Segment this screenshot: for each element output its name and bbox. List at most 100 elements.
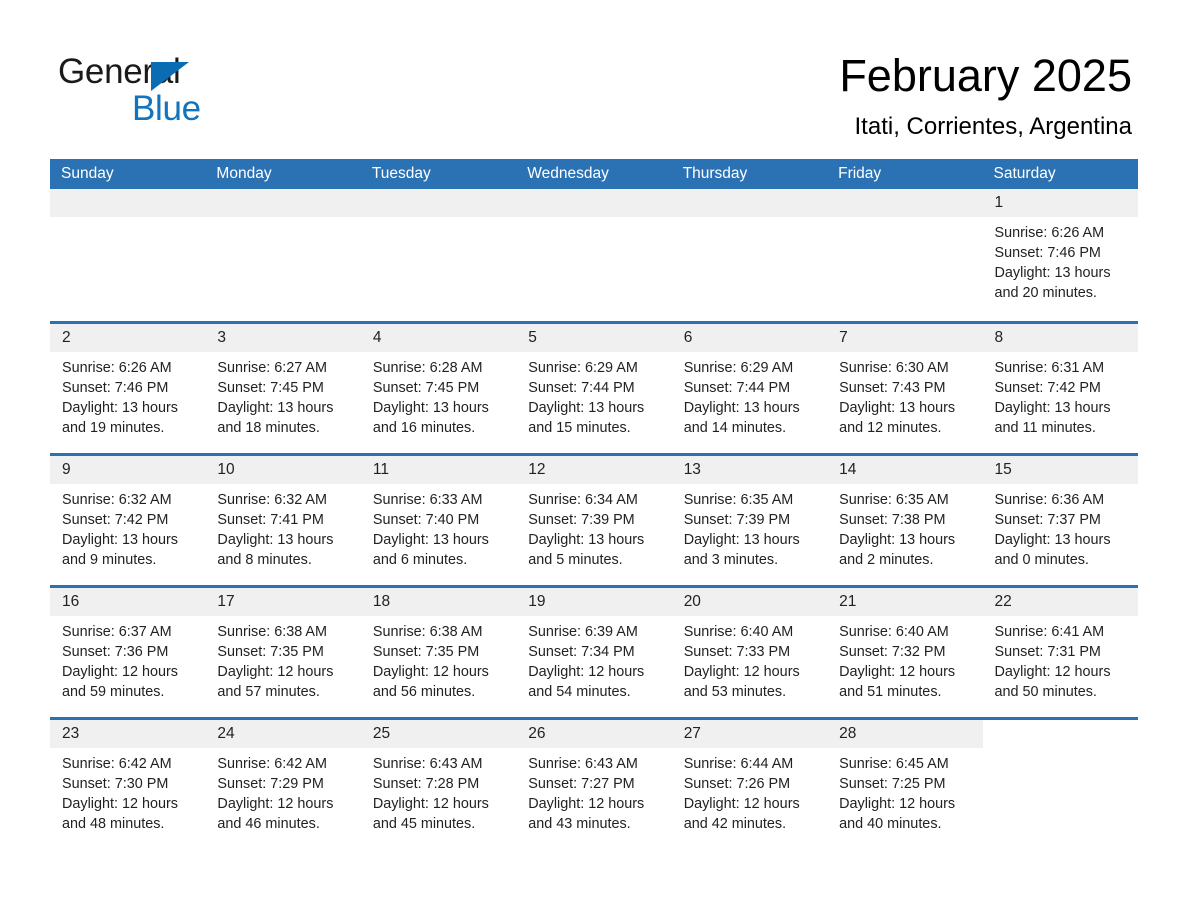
- daylight-text: Daylight: 12 hours and 54 minutes.: [528, 664, 645, 701]
- day-cell[interactable]: 9 Sunrise: 6:32 AM Sunset: 7:42 PM Daylight…: [50, 456, 206, 585]
- sunrise-text: Sunrise: 6:38 AM: [372, 624, 483, 640]
- daylight-text: Daylight: 12 hours and 50 minutes.: [994, 664, 1111, 701]
- day-number: 22: [982, 588, 1138, 616]
- sunset-text: Sunset: 7:34 PM: [528, 644, 635, 661]
- day-number: 19: [516, 588, 672, 616]
- day-number: 2: [50, 324, 206, 352]
- sunrise-text: Sunrise: 6:43 AM: [528, 756, 638, 772]
- day-cell[interactable]: 2 Sunrise: 6:26 AM Sunset: 7:46 PM Daylight…: [50, 324, 206, 453]
- day-cell[interactable]: 20 Sunrise: 6:40 AM Sunset: 7:33 PM Dayligh…: [671, 588, 828, 717]
- location-subtitle: Itati, Corrientes, Argentina: [854, 113, 1132, 140]
- sunrise-text: Sunrise: 6:42 AM: [62, 756, 172, 772]
- calendar-grid: Sunday Monday Tuesday Wednesday Thursday…: [50, 159, 1138, 849]
- daylight-text: Daylight: 13 hours and 18 minutes.: [217, 400, 334, 437]
- day-cell[interactable]: 16 Sunrise: 6:37 AM Sunset: 7:36 PM Dayligh…: [50, 588, 206, 717]
- sunrise-text: Sunrise: 6:26 AM: [994, 225, 1105, 241]
- day-details: Sunrise: 6:32 AM Sunset: 7:41 PM Daylight:…: [205, 484, 360, 570]
- weekday-header-tuesday: Tuesday: [371, 165, 431, 182]
- calendar-page: General Blue February 2025 Itati, Corrie…: [0, 0, 1188, 918]
- day-cell[interactable]: 19 Sunrise: 6:39 AM Sunset: 7:34 PM Dayligh…: [516, 588, 672, 717]
- day-cell[interactable]: 28 Sunrise: 6:45 AM Sunset: 7:25 PM Dayligh…: [827, 720, 983, 849]
- sunrise-text: Sunrise: 6:43 AM: [372, 756, 483, 772]
- daylight-text: Daylight: 13 hours and 0 minutes.: [994, 532, 1111, 569]
- day-cell[interactable]: 4 Sunrise: 6:28 AM Sunset: 7:45 PM Daylight…: [360, 324, 517, 453]
- day-details: Sunrise: 6:42 AM Sunset: 7:29 PM Daylight:…: [205, 748, 360, 834]
- calendar-week-row: 9 Sunrise: 6:32 AM Sunset: 7:42 PM Daylight…: [50, 453, 1138, 585]
- sunset-text: Sunset: 7:35 PM: [372, 644, 480, 661]
- daylight-text: Daylight: 12 hours and 43 minutes.: [528, 796, 645, 833]
- sunset-text: Sunset: 7:26 PM: [683, 776, 791, 793]
- sunset-text: Sunset: 7:37 PM: [994, 512, 1101, 529]
- day-number: 16: [50, 588, 206, 616]
- day-details: Sunrise: 6:35 AM Sunset: 7:39 PM Daylight:…: [672, 484, 827, 570]
- day-cell[interactable]: 6 Sunrise: 6:29 AM Sunset: 7:44 PM Daylight…: [671, 324, 828, 453]
- weekday-header-sunday: Sunday: [61, 165, 114, 182]
- day-details: Sunrise: 6:37 AM Sunset: 7:36 PM Daylight:…: [50, 616, 205, 702]
- day-cell[interactable]: 14 Sunrise: 6:35 AM Sunset: 7:38 PM Dayligh…: [827, 456, 983, 585]
- day-cell[interactable]: 10 Sunrise: 6:32 AM Sunset: 7:41 PM Dayligh…: [205, 456, 361, 585]
- day-number: 10: [205, 456, 361, 484]
- weekday-header-row: Sunday Monday Tuesday Wednesday Thursday…: [50, 159, 1138, 189]
- sunset-text: Sunset: 7:30 PM: [62, 776, 169, 793]
- sunrise-text: Sunrise: 6:28 AM: [372, 360, 483, 376]
- weekday-header-thursday: Thursday: [682, 165, 748, 182]
- daylight-text: Daylight: 12 hours and 45 minutes.: [372, 796, 489, 833]
- day-cell[interactable]: 22 Sunrise: 6:41 AM Sunset: 7:31 PM Dayligh…: [982, 588, 1138, 717]
- daylight-text: Daylight: 13 hours and 16 minutes.: [372, 400, 489, 437]
- day-details: Sunrise: 6:33 AM Sunset: 7:40 PM Daylight:…: [361, 484, 516, 570]
- daylight-text: Daylight: 13 hours and 9 minutes.: [62, 532, 178, 569]
- sunrise-text: Sunrise: 6:30 AM: [839, 360, 949, 376]
- day-number: 17: [205, 588, 361, 616]
- day-cell[interactable]: 12 Sunrise: 6:34 AM Sunset: 7:39 PM Dayligh…: [516, 456, 672, 585]
- day-details: Sunrise: 6:30 AM Sunset: 7:43 PM Daylight:…: [827, 352, 982, 438]
- page-title: February 2025: [839, 50, 1132, 101]
- daylight-text: Daylight: 12 hours and 40 minutes.: [839, 796, 956, 833]
- day-cell[interactable]: 15 Sunrise: 6:36 AM Sunset: 7:37 PM Dayligh…: [982, 456, 1138, 585]
- day-number: [50, 189, 206, 217]
- daylight-text: Daylight: 12 hours and 56 minutes.: [372, 664, 489, 701]
- day-number: 11: [360, 456, 517, 484]
- day-details: Sunrise: 6:28 AM Sunset: 7:45 PM Daylight:…: [361, 352, 516, 438]
- sunrise-text: Sunrise: 6:36 AM: [994, 492, 1105, 508]
- day-cell[interactable]: 11 Sunrise: 6:33 AM Sunset: 7:40 PM Dayligh…: [360, 456, 517, 585]
- day-cell[interactable]: 7 Sunrise: 6:30 AM Sunset: 7:43 PM Daylight…: [827, 324, 983, 453]
- sunrise-text: Sunrise: 6:34 AM: [528, 492, 638, 508]
- day-cell[interactable]: 5 Sunrise: 6:29 AM Sunset: 7:44 PM Daylight…: [516, 324, 672, 453]
- day-number: 15: [982, 456, 1138, 484]
- day-number: 27: [671, 720, 828, 748]
- sunrise-text: Sunrise: 6:35 AM: [839, 492, 949, 508]
- day-number: 1: [982, 189, 1138, 217]
- day-cell[interactable]: 24 Sunrise: 6:42 AM Sunset: 7:29 PM Dayligh…: [205, 720, 361, 849]
- day-details: Sunrise: 6:41 AM Sunset: 7:31 PM Daylight:…: [983, 616, 1138, 702]
- day-cell[interactable]: 26 Sunrise: 6:43 AM Sunset: 7:27 PM Dayligh…: [516, 720, 672, 849]
- sunset-text: Sunset: 7:44 PM: [528, 380, 635, 397]
- day-cell[interactable]: 8 Sunrise: 6:31 AM Sunset: 7:42 PM Daylight…: [982, 324, 1138, 453]
- day-details: Sunrise: 6:40 AM Sunset: 7:32 PM Daylight:…: [827, 616, 982, 702]
- sunset-text: Sunset: 7:32 PM: [839, 644, 946, 661]
- day-number: [516, 189, 672, 217]
- daylight-text: Daylight: 13 hours and 19 minutes.: [62, 400, 178, 437]
- day-number: 9: [50, 456, 206, 484]
- day-cell[interactable]: 18 Sunrise: 6:38 AM Sunset: 7:35 PM Dayligh…: [360, 588, 517, 717]
- day-cell[interactable]: 1 Sunrise: 6:26 AM Sunset: 7:46 PM Daylight…: [982, 189, 1138, 321]
- day-cell[interactable]: 21 Sunrise: 6:40 AM Sunset: 7:32 PM Dayligh…: [827, 588, 983, 717]
- day-number: [671, 189, 828, 217]
- day-number: 28: [827, 720, 983, 748]
- day-details: Sunrise: 6:43 AM Sunset: 7:27 PM Daylight:…: [516, 748, 671, 834]
- sunrise-text: Sunrise: 6:32 AM: [217, 492, 328, 508]
- day-cell[interactable]: 17 Sunrise: 6:38 AM Sunset: 7:35 PM Dayligh…: [205, 588, 361, 717]
- day-cell[interactable]: 3 Sunrise: 6:27 AM Sunset: 7:45 PM Daylight…: [205, 324, 361, 453]
- daylight-text: Daylight: 13 hours and 2 minutes.: [839, 532, 956, 569]
- day-details: Sunrise: 6:39 AM Sunset: 7:34 PM Daylight:…: [516, 616, 671, 702]
- weekday-header-saturday: Saturday: [993, 165, 1056, 182]
- day-cell-empty: [516, 189, 672, 321]
- sunrise-text: Sunrise: 6:37 AM: [62, 624, 172, 640]
- sunset-text: Sunset: 7:40 PM: [372, 512, 480, 529]
- daylight-text: Daylight: 13 hours and 15 minutes.: [528, 400, 645, 437]
- daylight-text: Daylight: 13 hours and 3 minutes.: [683, 532, 800, 569]
- daylight-text: Daylight: 12 hours and 53 minutes.: [683, 664, 800, 701]
- day-cell[interactable]: 25 Sunrise: 6:43 AM Sunset: 7:28 PM Dayligh…: [360, 720, 517, 849]
- day-cell[interactable]: 13 Sunrise: 6:35 AM Sunset: 7:39 PM Dayligh…: [671, 456, 828, 585]
- day-cell[interactable]: 23 Sunrise: 6:42 AM Sunset: 7:30 PM Dayligh…: [50, 720, 206, 849]
- day-cell[interactable]: 27 Sunrise: 6:44 AM Sunset: 7:26 PM Dayligh…: [671, 720, 828, 849]
